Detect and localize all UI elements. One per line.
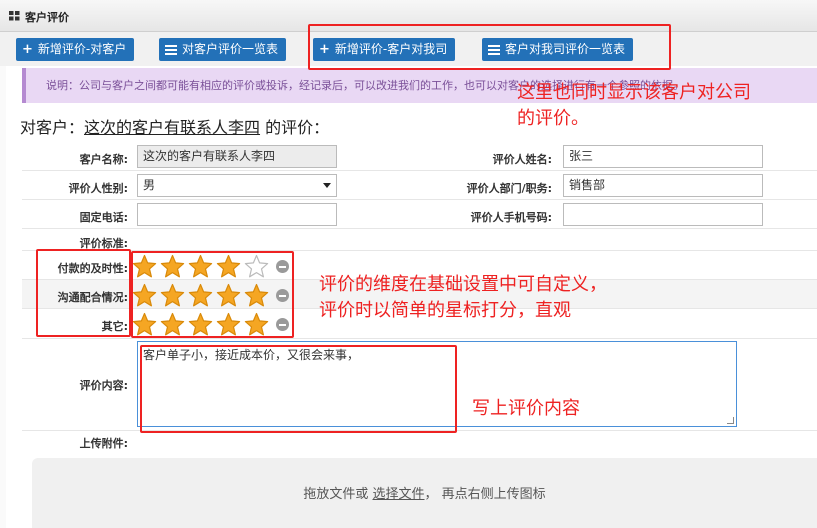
upload-dropzone[interactable]: 拖放文件或 选择文件， 再点右侧上传图标 [32, 458, 817, 528]
attachment-label: 上传附件: [79, 437, 128, 450]
add-eval-customer-button[interactable]: + 新增评价-对客户 [16, 38, 135, 61]
evaluator-name-field[interactable]: 张三 [563, 145, 763, 168]
customer-name-label: 客户名称: [79, 153, 128, 166]
resize-handle[interactable] [727, 417, 734, 424]
annotation-text: 评价的维度在基础设置中可自定义， 评价时以简单的星标打分，直观 [319, 274, 607, 321]
window-title: 客户评价 [25, 11, 69, 24]
grid-icon [9, 11, 20, 21]
form-row [22, 229, 817, 251]
gender-select[interactable]: 男 [137, 174, 337, 197]
choose-file-link[interactable]: 选择文件 [372, 487, 424, 502]
mobile-field[interactable] [563, 203, 763, 226]
dept-label: 评价人部门/职务: [466, 182, 552, 195]
mobile-label: 评价人手机号码: [470, 211, 552, 224]
phone-label: 固定电话: [79, 211, 128, 224]
list-icon [165, 44, 177, 55]
gender-label: 评价人性别: [68, 182, 128, 195]
customer-name-link: 这次的客户有联系人李四 [84, 118, 261, 137]
left-edge [0, 66, 6, 528]
phone-field[interactable] [137, 203, 337, 226]
customer-name-field: 这次的客户有联系人李四 [137, 145, 337, 168]
annotation-box [140, 345, 457, 433]
evaluator-name-label: 评价人姓名: [492, 153, 552, 166]
annotation-box [131, 251, 294, 338]
chevron-down-icon [323, 183, 331, 188]
eval-customer-list-button[interactable]: 对客户评价一览表 [159, 38, 287, 61]
annotation-text: 这里也同时显示该客户对公司 的评价。 [517, 82, 751, 129]
annotation-box [308, 24, 671, 70]
annotation-box [36, 249, 131, 337]
content-label: 评价内容: [79, 379, 128, 392]
dept-field[interactable]: 销售部 [563, 174, 763, 197]
page-heading: 对客户：这次的客户有联系人李四 的评价： [20, 118, 330, 137]
plus-icon: + [22, 42, 33, 57]
annotation-text: 写上评价内容 [472, 398, 580, 419]
